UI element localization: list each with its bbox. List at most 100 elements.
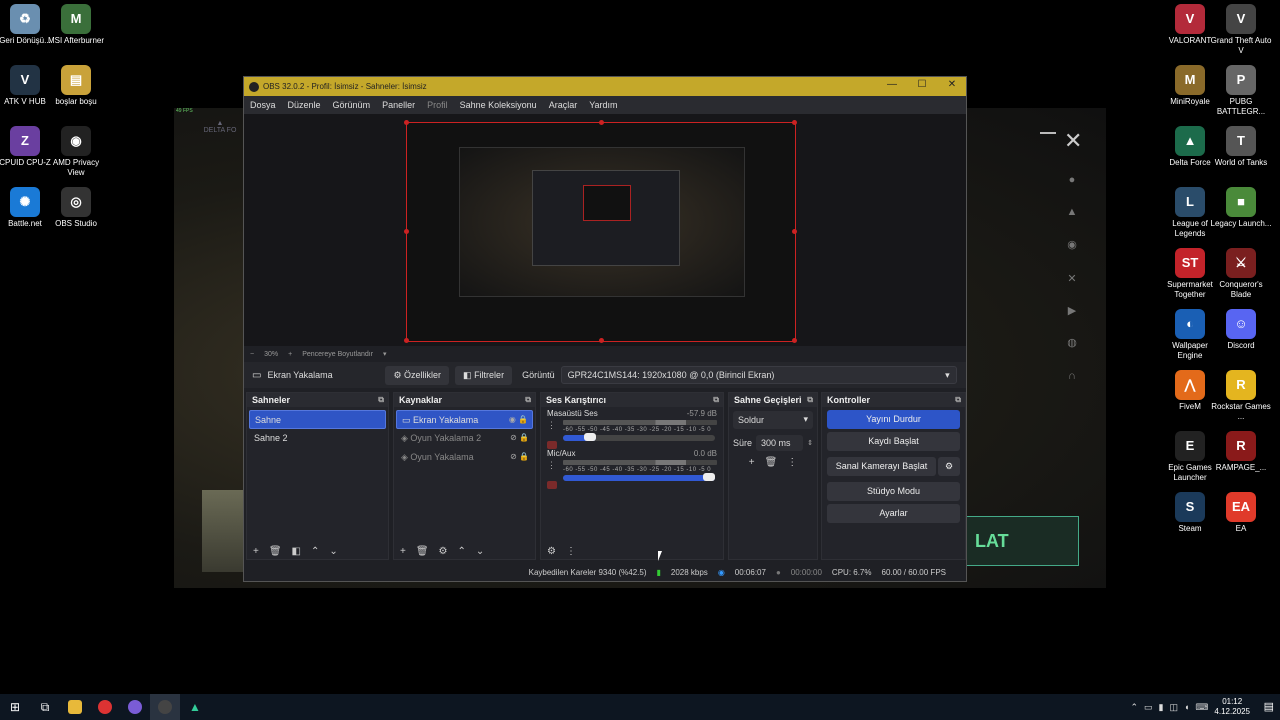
close-icon[interactable]: ✕ (940, 79, 964, 90)
desktop-shortcut[interactable]: R RAMPAGE_... (1210, 431, 1272, 473)
clock[interactable]: 01:12 4.12.2025 (1214, 697, 1250, 718)
filter-icon[interactable]: ◧ (292, 546, 301, 557)
properties-button[interactable]: ⚙ Özellikler (385, 365, 450, 385)
chevron-down-icon[interactable]: ▾ (383, 350, 387, 358)
maximize-icon[interactable]: ☐ (910, 79, 934, 90)
menu-view[interactable]: Görünüm (327, 100, 377, 110)
scene-item[interactable]: Sahne (249, 410, 386, 429)
windows-start-icon[interactable]: ⊞ (0, 694, 30, 720)
minimize-icon[interactable]: — (880, 79, 904, 90)
zoom-in-button[interactable]: + (288, 351, 292, 358)
trash-icon[interactable]: 🗑 (269, 546, 282, 557)
launcher-close-button[interactable]: ✕ (1064, 130, 1082, 152)
desktop-shortcut[interactable]: R Rockstar Games ... (1210, 370, 1272, 421)
advanced-audio-icon[interactable]: ⚙ (547, 546, 556, 557)
x-icon[interactable]: ✕ (1064, 272, 1080, 288)
start-recording-button[interactable]: Kaydı Başlat (827, 432, 960, 451)
desktop-shortcut[interactable]: ⚔ Conqueror's Blade (1210, 248, 1272, 299)
network-icon[interactable]: ◫ (1169, 702, 1178, 713)
stop-streaming-button[interactable]: Yayını Durdur (827, 410, 960, 429)
volume-knob[interactable] (703, 473, 715, 481)
desktop-shortcut[interactable]: ▤ boşlar boşu (45, 65, 107, 107)
undock-icon[interactable]: ⧉ (807, 395, 813, 405)
add-icon[interactable]: + (749, 457, 755, 468)
resize-handle[interactable] (792, 120, 797, 125)
delta-force-taskbar-icon[interactable]: ▲ (180, 694, 210, 720)
menu-profile[interactable]: Profil (421, 100, 454, 110)
display-select[interactable]: GPR24C1MS144: 1920x1080 @ 0,0 (Birincil … (560, 366, 957, 384)
settings-button[interactable]: Ayarlar (827, 504, 960, 523)
discord-taskbar-icon[interactable] (120, 694, 150, 720)
move-down-icon[interactable]: ⌄ (329, 546, 337, 557)
scene-item[interactable]: Sahne 2 (249, 429, 386, 448)
youtube-icon[interactable]: ▶ (1064, 304, 1080, 320)
desktop-shortcut[interactable]: M MSI Afterburner (45, 4, 107, 46)
preview-canvas[interactable] (404, 120, 797, 343)
desktop-shortcut[interactable]: P PUBG BATTLEGR... (1210, 65, 1272, 116)
source-item[interactable]: ◈ Oyun Yakalama ⊘ 🔒 (396, 448, 533, 467)
source-item[interactable]: ▭ Ekran Yakalama ◉ 🔒 (396, 410, 533, 429)
desktop-shortcut[interactable]: ◉ AMD Privacy View (45, 126, 107, 177)
discord-icon[interactable]: ◉ (1064, 238, 1080, 254)
volume-knob[interactable] (584, 433, 597, 441)
move-up-icon[interactable]: ⌃ (458, 546, 466, 557)
chevron-up-icon[interactable]: ⌃ (1130, 702, 1138, 713)
task-view-icon[interactable]: ⧉ (30, 694, 60, 720)
desktop-shortcut[interactable]: ☺ Discord (1210, 309, 1272, 351)
menu-help[interactable]: Yardım (583, 100, 623, 110)
resize-handle[interactable] (599, 338, 604, 343)
notification-icon[interactable]: ▤ (1264, 700, 1274, 713)
add-icon[interactable]: + (253, 546, 259, 557)
desktop-shortcut[interactable]: EA EA (1210, 492, 1272, 534)
menu-file[interactable]: Dosya (244, 100, 282, 110)
obs-taskbar-icon[interactable] (150, 694, 180, 720)
headset-icon[interactable]: ∩ (1064, 370, 1080, 386)
more-icon[interactable]: ⋮ (566, 546, 576, 557)
desktop-shortcut[interactable]: V Grand Theft Auto V (1210, 4, 1272, 55)
menu-docks[interactable]: Paneller (376, 100, 421, 110)
duration-input[interactable]: 300 ms (756, 435, 804, 451)
speaker-icon[interactable]: ◖ (1184, 702, 1189, 712)
add-icon[interactable]: + (400, 546, 406, 557)
trash-icon[interactable]: 🗑 (416, 546, 429, 557)
eye-hidden-icon[interactable]: ⊘ 🔒 (510, 433, 529, 442)
battery-icon[interactable]: ▭ (1144, 702, 1153, 713)
user-icon[interactable]: ● (1064, 174, 1080, 190)
channel-menu-icon[interactable]: ⋮ (547, 460, 556, 471)
undock-icon[interactable]: ⧉ (525, 395, 531, 405)
triangle-icon[interactable]: ▲ (1064, 206, 1080, 222)
microphone-icon[interactable]: ▮ (1159, 702, 1164, 713)
move-down-icon[interactable]: ⌄ (476, 546, 484, 557)
resize-handle[interactable] (792, 338, 797, 343)
move-up-icon[interactable]: ⌃ (311, 546, 319, 557)
launcher-play-banner[interactable]: LAT (954, 516, 1079, 566)
resize-handle[interactable] (404, 229, 409, 234)
language-icon[interactable]: ⌨ (1195, 702, 1208, 713)
zoom-out-button[interactable]: − (250, 351, 254, 358)
resize-handle[interactable] (404, 120, 409, 125)
studio-mode-button[interactable]: Stüdyo Modu (827, 482, 960, 501)
fit-to-window-button[interactable]: Pencereye Boyutlandır (302, 351, 373, 358)
desktop-shortcut[interactable]: ■ Legacy Launch... (1210, 187, 1272, 229)
resize-handle[interactable] (599, 120, 604, 125)
gear-icon[interactable]: ⚙ (938, 457, 960, 476)
undock-icon[interactable]: ⧉ (378, 395, 384, 405)
source-item[interactable]: ◈ Oyun Yakalama 2 ⊘ 🔒 (396, 429, 533, 448)
channel-menu-icon[interactable]: ⋮ (547, 420, 556, 431)
menu-edit[interactable]: Düzenle (282, 100, 327, 110)
title-bar[interactable]: OBS 32.0.2 - Profil: İsimsiz - Sahneler:… (244, 77, 966, 96)
desktop-shortcut[interactable]: ◎ OBS Studio (45, 187, 107, 229)
start-virtual-camera-button[interactable]: Sanal Kamerayı Başlat (827, 457, 936, 476)
menu-scene-collection[interactable]: Sahne Koleksiyonu (454, 100, 543, 110)
undock-icon[interactable]: ⧉ (955, 395, 961, 405)
gear-icon[interactable]: ⚙ (439, 546, 448, 557)
filters-button[interactable]: ◧ Filtreler (455, 365, 513, 385)
preview-area[interactable] (244, 114, 966, 346)
desktop-shortcut[interactable]: T World of Tanks (1210, 126, 1272, 168)
eye-hidden-icon[interactable]: ⊘ 🔒 (510, 452, 529, 461)
launcher-minimize-button[interactable] (1040, 132, 1056, 134)
stepper-icon[interactable]: ⇕ (807, 439, 813, 447)
chrome-icon[interactable] (90, 694, 120, 720)
undock-icon[interactable]: ⧉ (713, 395, 719, 405)
resize-handle[interactable] (404, 338, 409, 343)
